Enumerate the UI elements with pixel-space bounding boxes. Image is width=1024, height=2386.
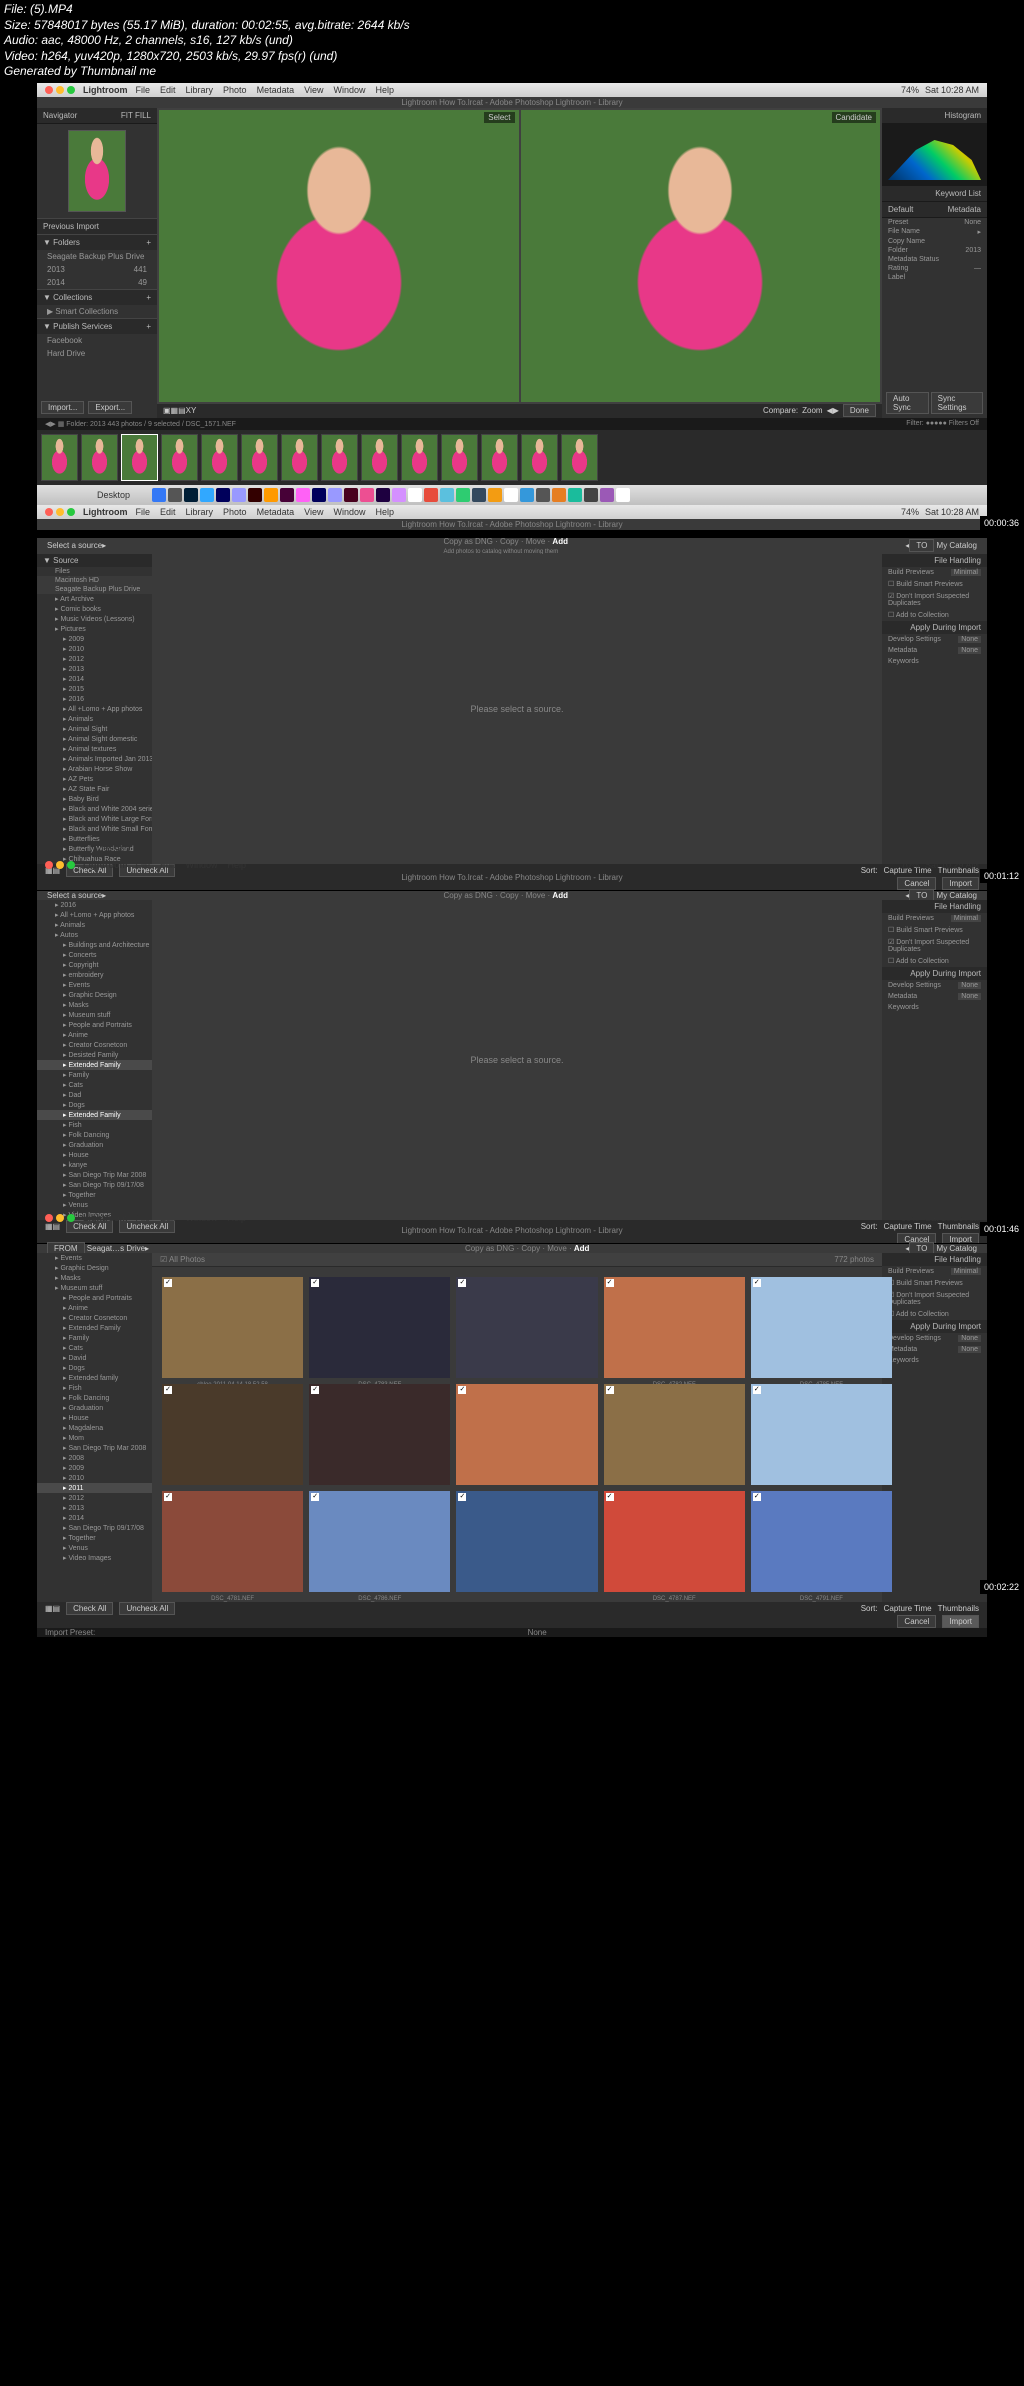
navigator-thumb[interactable] bbox=[68, 130, 126, 212]
import-button[interactable]: Import bbox=[942, 877, 979, 890]
frame-3: Select a source▸ Copy as DNG · Copy · Mo… bbox=[36, 890, 988, 1237]
frame-4: FROM Seagat…s Drive▸ Copy as DNG · Copy … bbox=[36, 1243, 988, 1595]
dock: Desktop bbox=[37, 485, 987, 505]
frame-1: Lightroom FileEditLibraryPhotoMetadataVi… bbox=[36, 82, 988, 531]
menubar: Lightroom FileEditLibraryPhotoMetadataVi… bbox=[37, 83, 987, 97]
timestamp: 00:00:36 bbox=[980, 516, 1023, 530]
import-button[interactable]: Import... bbox=[41, 401, 84, 414]
file-info: File: (5).MP4 Size: 57848017 bytes (55.1… bbox=[0, 0, 1024, 82]
folders-header[interactable]: ▼ Folders+ bbox=[37, 234, 157, 250]
filmstrip[interactable] bbox=[37, 430, 987, 485]
export-button[interactable]: Export... bbox=[88, 401, 132, 414]
frame-2: Select a source▸ Copy as DNG · Copy · Mo… bbox=[36, 537, 988, 884]
select-photo[interactable]: Select bbox=[159, 110, 519, 402]
window-title: Lightroom How To.lrcat - Adobe Photoshop… bbox=[37, 97, 987, 108]
select-source[interactable]: Select a source bbox=[47, 541, 102, 550]
candidate-photo[interactable]: Candidate bbox=[521, 110, 881, 402]
